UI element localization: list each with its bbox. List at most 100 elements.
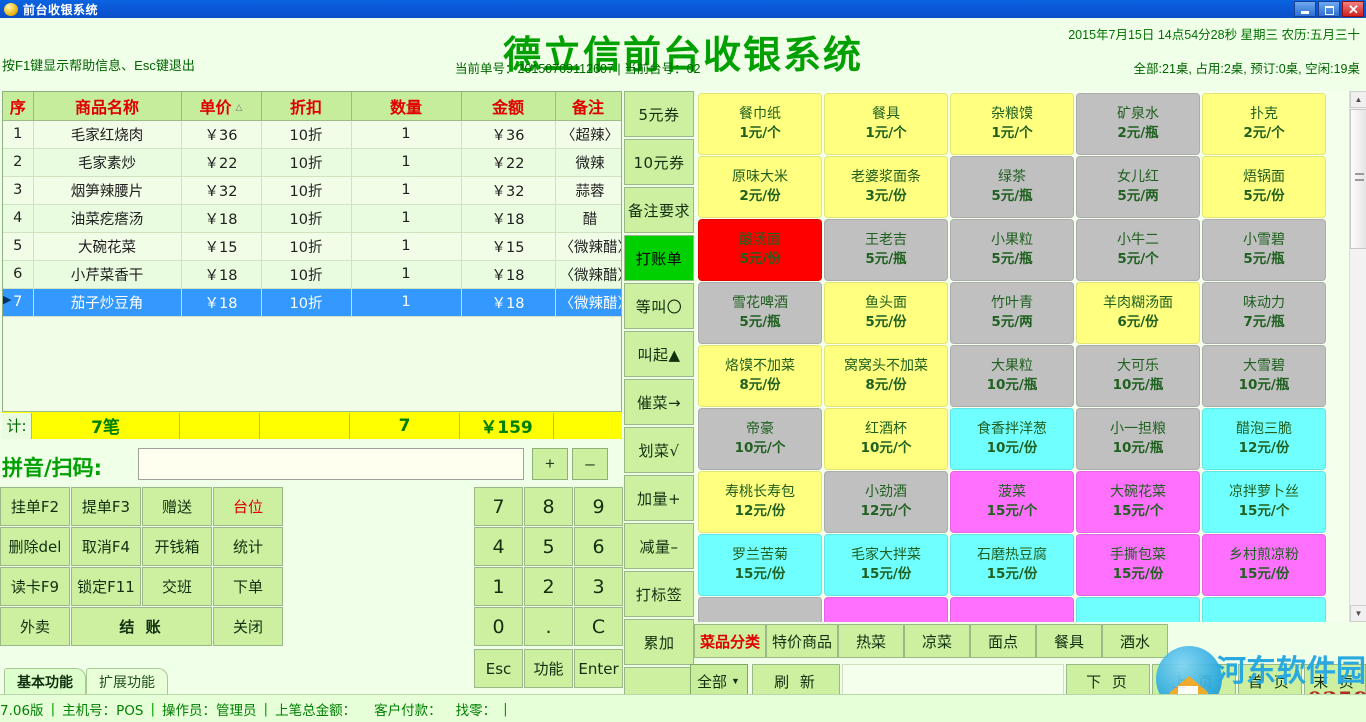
product-tile[interactable] — [1202, 597, 1326, 622]
product-tile[interactable]: 鱼头面5元/份 — [824, 282, 948, 344]
product-tile[interactable]: 王老吉5元/瓶 — [824, 219, 948, 281]
product-tile[interactable]: 大可乐10元/瓶 — [1076, 345, 1200, 407]
numpad-key-6[interactable]: 6 — [574, 527, 623, 566]
product-tile[interactable]: 菠菜15元/个 — [950, 471, 1074, 533]
function-button-2-3[interactable]: 下单 — [213, 567, 283, 606]
product-tile[interactable]: 雪花啤酒5元/瓶 — [698, 282, 822, 344]
order-column-header-1[interactable]: 商品名称 — [33, 92, 181, 120]
function-button-3-2[interactable]: 关闭 — [213, 607, 283, 646]
product-tile[interactable]: 矿泉水2元/瓶 — [1076, 93, 1200, 155]
function-button-0-3[interactable]: 台位 — [213, 487, 283, 526]
action-button-3[interactable]: 打账单 — [624, 235, 694, 281]
product-tile[interactable]: 毛家大拌菜15元/份 — [824, 534, 948, 596]
product-tile[interactable] — [950, 597, 1074, 622]
table-row[interactable]: 4油菜疙瘩汤￥1810折1￥18醋 — [3, 204, 621, 232]
product-tile[interactable]: 烙馍不加菜8元/份 — [698, 345, 822, 407]
numpad-key-3[interactable]: 3 — [574, 567, 623, 606]
numpad-key-4[interactable]: 4 — [474, 527, 523, 566]
numpad-key-0[interactable]: 0 — [474, 607, 523, 646]
category-tab-4[interactable]: 面点 — [970, 624, 1036, 658]
product-tile[interactable]: 酸汤面5元/份 — [698, 219, 822, 281]
product-tile[interactable]: 大果粒10元/瓶 — [950, 345, 1074, 407]
product-tile[interactable]: 小果粒5元/瓶 — [950, 219, 1074, 281]
function-button-2-1[interactable]: 锁定F11 — [71, 567, 141, 606]
last-page-button[interactable]: 末 页 — [1304, 664, 1366, 698]
action-button-6[interactable]: 催菜→ — [624, 379, 694, 425]
product-tile[interactable]: 小雪碧5元/瓶 — [1202, 219, 1326, 281]
product-tile[interactable]: 乡村煎凉粉15元/份 — [1202, 534, 1326, 596]
category-tab-3[interactable]: 凉菜 — [904, 624, 970, 658]
scrollbar-thumb[interactable] — [1350, 109, 1366, 249]
numpad-key-1[interactable]: 1 — [474, 567, 523, 606]
product-tile[interactable]: 大雪碧10元/瓶 — [1202, 345, 1326, 407]
minimize-button[interactable] — [1294, 1, 1316, 17]
product-tile[interactable]: 醋泡三脆12元/份 — [1202, 408, 1326, 470]
tab-extended-functions[interactable]: 扩展功能 — [86, 668, 168, 694]
product-tile[interactable]: 味动力7元/瓶 — [1202, 282, 1326, 344]
table-row[interactable]: 5大碗花菜￥1510折1￥15〈微辣醋〉 — [3, 232, 621, 260]
order-column-header-4[interactable]: 数量 — [351, 92, 461, 120]
order-column-header-5[interactable]: 金额 — [461, 92, 555, 120]
order-column-header-2[interactable]: 单价△ — [181, 92, 261, 120]
action-button-10[interactable]: 打标签 — [624, 571, 694, 617]
category-tab-1[interactable]: 特价商品 — [766, 624, 838, 658]
product-tile[interactable]: 竹叶青5元/两 — [950, 282, 1074, 344]
function-button-1-0[interactable]: 删除del — [0, 527, 70, 566]
product-tile[interactable]: 凉拌萝卜丝15元/个 — [1202, 471, 1326, 533]
action-button-8[interactable]: 加量+ — [624, 475, 694, 521]
numpad-key-C[interactable]: C — [574, 607, 623, 646]
scroll-up-icon[interactable]: ▲ — [1350, 91, 1366, 108]
product-tile[interactable]: 绿茶5元/瓶 — [950, 156, 1074, 218]
function-button-2-0[interactable]: 读卡F9 — [0, 567, 70, 606]
product-tile[interactable] — [824, 597, 948, 622]
action-button-1[interactable]: 10元券 — [624, 139, 694, 185]
function-button-3-1[interactable]: 结 账 — [71, 607, 212, 646]
function-button-1-3[interactable]: 统计 — [213, 527, 283, 566]
product-tile[interactable]: 餐具1元/个 — [824, 93, 948, 155]
next-page-button[interactable]: 下 页 — [1066, 664, 1150, 698]
product-tile[interactable]: 石磨热豆腐15元/份 — [950, 534, 1074, 596]
table-row[interactable]: 7茄子炒豆角￥1810折1￥18〈微辣醋〉 — [3, 288, 621, 316]
maximize-button[interactable] — [1318, 1, 1340, 17]
product-tile[interactable]: 原味大米2元/份 — [698, 156, 822, 218]
product-tile[interactable]: 女儿红5元/两 — [1076, 156, 1200, 218]
category-tab-5[interactable]: 餐具 — [1036, 624, 1102, 658]
product-tile[interactable]: 食香拌洋葱10元/份 — [950, 408, 1074, 470]
function-button-2-2[interactable]: 交班 — [142, 567, 212, 606]
table-row[interactable]: 6小芹菜香干￥1810折1￥18〈微辣醋〉 — [3, 260, 621, 288]
action-button-7[interactable]: 划菜√ — [624, 427, 694, 473]
numpad-key-5[interactable]: 5 — [524, 527, 573, 566]
product-tile[interactable]: 大碗花菜15元/个 — [1076, 471, 1200, 533]
product-grid-scrollbar[interactable]: ▲ ▼ — [1349, 91, 1366, 622]
product-tile[interactable]: 小劲酒12元/个 — [824, 471, 948, 533]
order-column-header-6[interactable]: 备注 — [555, 92, 621, 120]
function-button-1-1[interactable]: 取消F4 — [71, 527, 141, 566]
table-row[interactable]: 1毛家红烧肉￥3610折1￥36〈超辣〉 — [3, 120, 621, 148]
product-tile[interactable]: 杂粮馍1元/个 — [950, 93, 1074, 155]
decrease-qty-button[interactable]: – — [572, 448, 608, 480]
product-tile[interactable]: 窝窝头不加菜8元/份 — [824, 345, 948, 407]
product-tile[interactable]: 焐锅面5元/份 — [1202, 156, 1326, 218]
action-button-9[interactable]: 减量– — [624, 523, 694, 569]
table-row[interactable]: 3烟笋辣腰片￥3210折1￥32蒜蓉 — [3, 176, 621, 204]
function-button-0-1[interactable]: 提单F3 — [71, 487, 141, 526]
function-button-0-0[interactable]: 挂单F2 — [0, 487, 70, 526]
numpad-key-8[interactable]: 8 — [524, 487, 573, 526]
action-button-0[interactable]: 5元券 — [624, 91, 694, 137]
product-tile[interactable]: 手撕包菜15元/份 — [1076, 534, 1200, 596]
product-tile[interactable] — [1076, 597, 1200, 622]
product-tile-grid[interactable]: 餐巾纸1元/个餐具1元/个杂粮馍1元/个矿泉水2元/瓶扑克2元/个原味大米2元/… — [696, 91, 1366, 622]
numpad-key-2[interactable]: 2 — [524, 567, 573, 606]
action-button-4[interactable]: 等叫〇 — [624, 283, 694, 329]
refresh-button[interactable]: 刷 新 — [752, 664, 840, 698]
order-column-header-0[interactable]: 序 — [3, 92, 33, 120]
category-filter-select[interactable]: 全部 ▼ — [690, 664, 748, 698]
product-tile[interactable]: 羊肉糊汤面6元/份 — [1076, 282, 1200, 344]
category-tab-0[interactable]: 菜品分类 — [694, 624, 766, 658]
order-items-table[interactable]: 序商品名称单价△折扣数量金额备注 1毛家红烧肉￥3610折1￥36〈超辣〉2毛家… — [2, 91, 622, 439]
product-tile[interactable]: 小牛二5元/个 — [1076, 219, 1200, 281]
table-row[interactable]: 2毛家素炒￥2210折1￥22微辣 — [3, 148, 621, 176]
prev-page-button[interactable]: 上 页 — [1152, 664, 1236, 698]
product-tile[interactable] — [698, 597, 822, 622]
category-tab-2[interactable]: 热菜 — [838, 624, 904, 658]
